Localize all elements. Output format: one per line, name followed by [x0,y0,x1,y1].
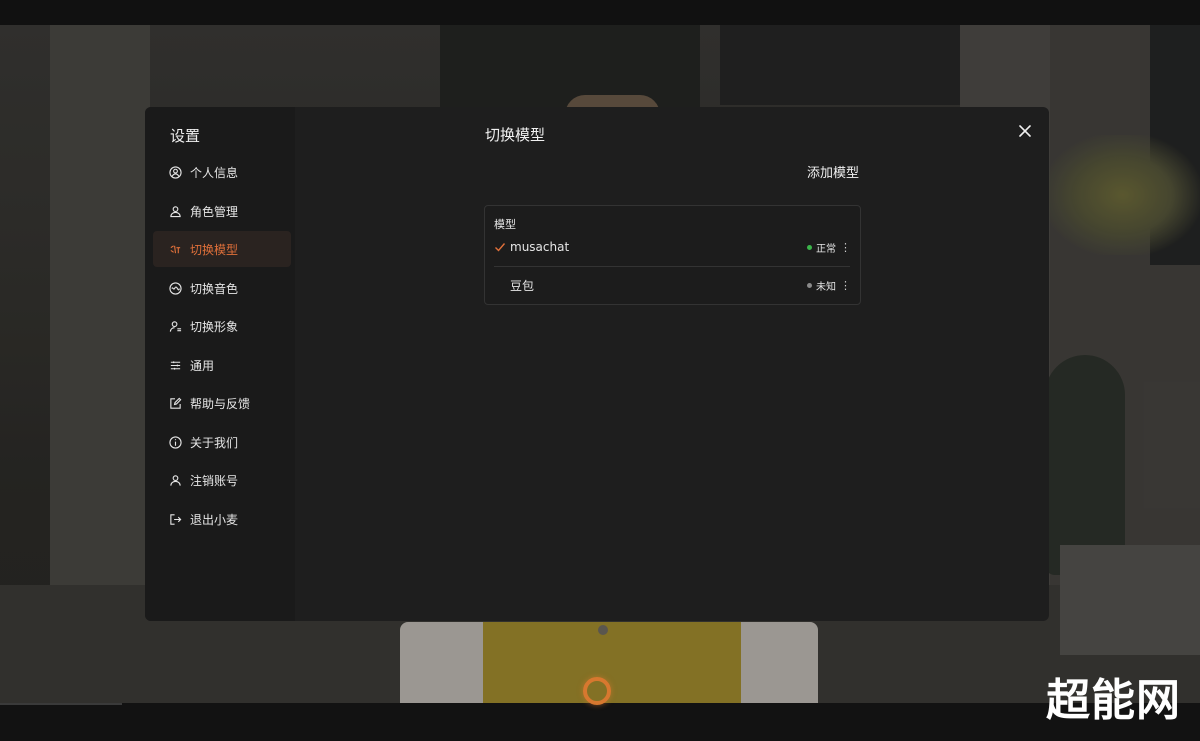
nav-label: 角色管理 [190,204,239,219]
nav-item-roles[interactable]: 角色管理 [153,193,291,229]
nav-label: 切换音色 [190,281,239,296]
nav-label: 通用 [190,358,215,373]
sliders-icon [168,358,182,372]
voice-switch-icon [168,281,182,295]
nav-label: 帮助与反馈 [190,396,251,411]
nav-item-switch-voice[interactable]: 切换音色 [153,270,291,306]
model-row-musachat[interactable]: musachat 正常 ⋮ [494,234,851,260]
model-row-doubao[interactable]: 豆包 未知 ⋮ [494,272,851,298]
edit-icon [168,396,182,410]
nav-label: 个人信息 [190,165,239,180]
close-icon [1019,125,1031,137]
nav-label: 退出小麦 [190,512,239,527]
nav-item-logout[interactable]: 退出小麦 [153,501,291,537]
status-badge: 正常 [807,240,836,255]
status-text: 正常 [816,243,836,255]
avatar-switch-icon [168,319,182,333]
sidebar-title: 设置 [170,127,201,145]
nav-label: 注销账号 [190,473,239,488]
user-delete-icon [168,473,182,487]
model-list-card: 模型 musachat 正常 ⋮ 豆包 未知 ⋮ [484,205,861,305]
logout-icon [168,512,182,526]
watermark: 超能网 [1046,675,1181,726]
settings-sidebar: 设置 个人信息 角色管理 切换模型 切换音色 切换形象 通用 帮助与反馈 关于我… [145,107,295,621]
more-options-icon[interactable]: ⋮ [840,241,851,254]
add-model-button[interactable]: 添加模型 [807,162,859,181]
user-icon [168,204,182,218]
row-divider [494,266,850,267]
info-icon [168,435,182,449]
nav-item-switch-avatar[interactable]: 切换形象 [153,308,291,344]
user-circle-icon [168,165,182,179]
more-options-icon[interactable]: ⋮ [840,279,851,292]
status-text: 未知 [816,281,836,293]
model-name: musachat [510,240,570,254]
mic-button[interactable] [583,677,611,705]
nav-item-help-feedback[interactable]: 帮助与反馈 [153,385,291,421]
model-switch-icon [168,242,182,256]
close-button[interactable] [1017,123,1033,139]
top-bar [0,0,1200,25]
status-dot-icon [807,244,812,250]
nav-item-delete-account[interactable]: 注销账号 [153,462,291,498]
bottom-bar [0,703,1200,741]
progress-line [0,703,122,705]
nav-item-profile[interactable]: 个人信息 [153,154,291,190]
model-list-label: 模型 [494,218,516,231]
nav-item-switch-model[interactable]: 切换模型 [153,231,291,267]
settings-dialog: 设置 个人信息 角色管理 切换模型 切换音色 切换形象 通用 帮助与反馈 关于我… [145,107,1049,621]
status-dot-icon [807,282,812,288]
check-icon [494,240,509,254]
nav-item-about[interactable]: 关于我们 [153,424,291,460]
status-badge: 未知 [807,278,836,293]
nav-label: 切换模型 [190,242,239,257]
nav-label: 切换形象 [190,319,239,334]
nav-label: 关于我们 [190,435,239,450]
page-title: 切换模型 [485,126,546,144]
model-name: 豆包 [510,278,535,293]
nav-item-general[interactable]: 通用 [153,347,291,383]
